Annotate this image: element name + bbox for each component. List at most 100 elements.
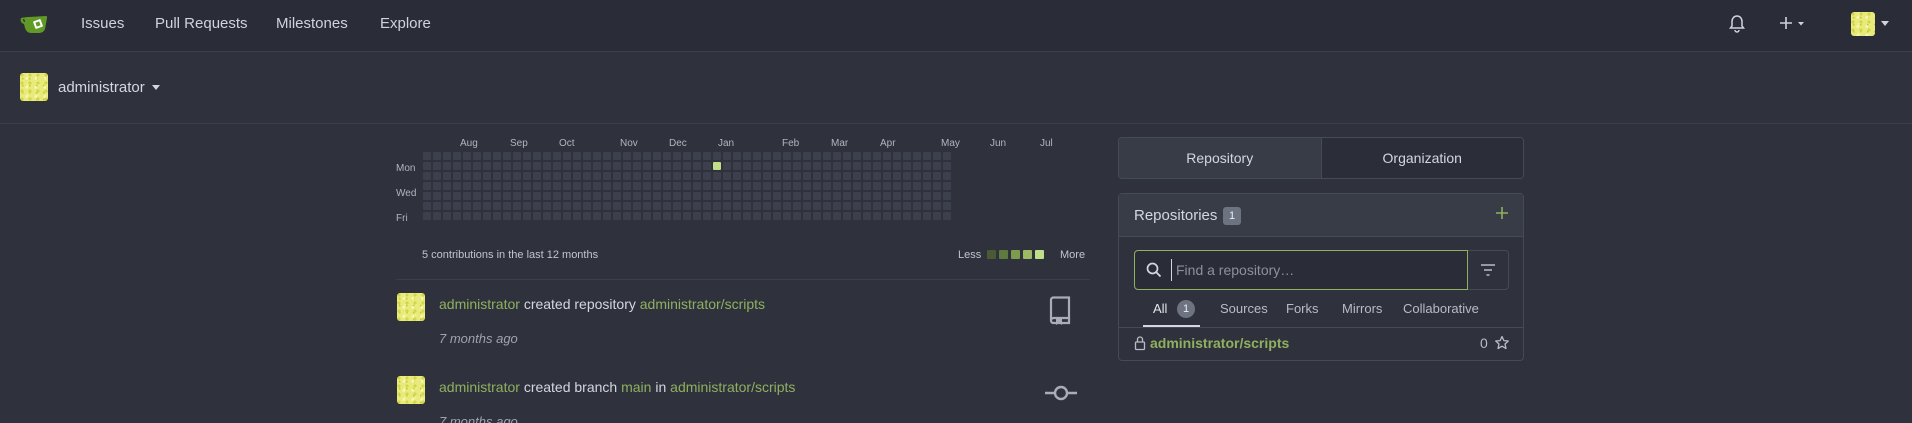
feed-item-text: administrator created repository adminis… bbox=[439, 296, 765, 312]
heatmap-cell bbox=[513, 152, 521, 160]
heatmap-cell bbox=[793, 152, 801, 160]
repo-search-input[interactable] bbox=[1171, 259, 1461, 281]
heatmap-cell bbox=[923, 202, 931, 210]
heatmap-cell bbox=[673, 212, 681, 220]
heatmap-cell bbox=[933, 192, 941, 200]
heatmap-cell bbox=[943, 192, 951, 200]
heatmap-cell bbox=[673, 202, 681, 210]
subtab-all[interactable]: All 1 bbox=[1153, 300, 1196, 319]
heatmap-cell bbox=[753, 182, 761, 190]
heatmap-cell bbox=[433, 192, 441, 200]
heatmap-cell bbox=[793, 202, 801, 210]
heatmap-cell bbox=[913, 152, 921, 160]
nav-pull-requests[interactable]: Pull Requests bbox=[155, 15, 248, 32]
heatmap-cell bbox=[633, 212, 641, 220]
heatmap-cell bbox=[783, 192, 791, 200]
avatar[interactable] bbox=[397, 376, 425, 404]
heatmap-cell bbox=[623, 212, 631, 220]
context-user-switcher[interactable]: administrator bbox=[58, 79, 160, 96]
feed-repo-link[interactable]: administrator/scripts bbox=[670, 379, 795, 395]
avatar[interactable] bbox=[20, 73, 48, 101]
heatmap-cell bbox=[713, 202, 721, 210]
heatmap-cell bbox=[863, 162, 871, 170]
heatmap-cell bbox=[463, 162, 471, 170]
repo-filter-button[interactable] bbox=[1468, 250, 1509, 290]
heatmap-cell bbox=[593, 172, 601, 180]
avatar[interactable] bbox=[1851, 12, 1875, 36]
heatmap-cell bbox=[693, 212, 701, 220]
heatmap-cell bbox=[903, 202, 911, 210]
nav-milestones[interactable]: Milestones bbox=[276, 15, 348, 32]
heatmap-cell bbox=[563, 192, 571, 200]
heatmap-cell bbox=[543, 192, 551, 200]
heatmap-cell bbox=[903, 182, 911, 190]
heatmap-cell bbox=[673, 162, 681, 170]
heatmap-cell bbox=[443, 162, 451, 170]
heatmap-cell bbox=[503, 182, 511, 190]
feed-timestamp: 7 months ago bbox=[439, 331, 518, 346]
nav-issues[interactable]: Issues bbox=[81, 15, 124, 32]
heatmap-cell bbox=[653, 172, 661, 180]
nav-explore[interactable]: Explore bbox=[380, 15, 431, 32]
heatmap-cell bbox=[933, 172, 941, 180]
heatmap-day-label: Fri bbox=[396, 213, 408, 224]
heatmap-month-label: Apr bbox=[880, 138, 896, 149]
heatmap-cell bbox=[813, 202, 821, 210]
repo-list-item-link[interactable]: administrator/scripts bbox=[1150, 335, 1289, 351]
heatmap-cell bbox=[793, 212, 801, 220]
new-repository-button[interactable] bbox=[1495, 204, 1509, 224]
star-icon bbox=[1494, 335, 1510, 355]
heatmap-cell bbox=[723, 202, 731, 210]
heatmap-cell bbox=[853, 172, 861, 180]
heatmap-cell bbox=[773, 152, 781, 160]
heatmap-cell bbox=[533, 202, 541, 210]
feed-user-link[interactable]: administrator bbox=[439, 296, 520, 312]
heatmap-cell bbox=[603, 192, 611, 200]
heatmap-cell bbox=[623, 202, 631, 210]
heatmap-cell bbox=[433, 172, 441, 180]
heatmap-cell bbox=[693, 162, 701, 170]
subtab-sources[interactable]: Sources bbox=[1220, 301, 1268, 316]
heatmap-cell bbox=[623, 152, 631, 160]
heatmap-cell bbox=[573, 202, 581, 210]
bell-icon[interactable] bbox=[1729, 15, 1745, 37]
heatmap-cell bbox=[463, 172, 471, 180]
heatmap-cell bbox=[553, 172, 561, 180]
heatmap-cell bbox=[713, 162, 721, 170]
heatmap-cell bbox=[743, 162, 751, 170]
subtab-mirrors[interactable]: Mirrors bbox=[1342, 301, 1382, 316]
subtab-collaborative[interactable]: Collaborative bbox=[1403, 301, 1479, 316]
heatmap-cell bbox=[633, 152, 641, 160]
heatmap-cell bbox=[923, 182, 931, 190]
heatmap-cell bbox=[833, 202, 841, 210]
heatmap-cell bbox=[483, 172, 491, 180]
tab-organization[interactable]: Organization bbox=[1320, 138, 1523, 178]
create-menu[interactable] bbox=[1779, 16, 1809, 36]
heatmap-cell bbox=[663, 152, 671, 160]
caret-down-icon bbox=[151, 85, 160, 91]
heatmap-cell bbox=[743, 152, 751, 160]
heatmap-cell bbox=[883, 182, 891, 190]
avatar[interactable] bbox=[397, 293, 425, 321]
tab-repository[interactable]: Repository bbox=[1119, 138, 1321, 178]
heatmap-cell bbox=[903, 162, 911, 170]
heatmap-cell bbox=[693, 172, 701, 180]
heatmap-cell bbox=[813, 182, 821, 190]
heatmap-cell bbox=[943, 162, 951, 170]
heatmap-cell bbox=[573, 162, 581, 170]
feed-repo-link[interactable]: administrator/scripts bbox=[640, 296, 765, 312]
heatmap-cell bbox=[913, 172, 921, 180]
heatmap-cell bbox=[763, 212, 771, 220]
heatmap-cell bbox=[543, 202, 551, 210]
subtab-forks[interactable]: Forks bbox=[1286, 301, 1319, 316]
heatmap-month-label: Oct bbox=[559, 138, 575, 149]
heatmap-month-label: Dec bbox=[669, 138, 687, 149]
feed-branch-link[interactable]: main bbox=[621, 379, 651, 395]
heatmap-cell bbox=[653, 192, 661, 200]
feed-user-link[interactable]: administrator bbox=[439, 379, 520, 395]
heatmap-cell bbox=[593, 202, 601, 210]
heatmap-cell bbox=[633, 202, 641, 210]
heatmap-cell bbox=[533, 162, 541, 170]
heatmap-cell bbox=[723, 172, 731, 180]
teapot-logo-icon[interactable] bbox=[20, 11, 50, 37]
